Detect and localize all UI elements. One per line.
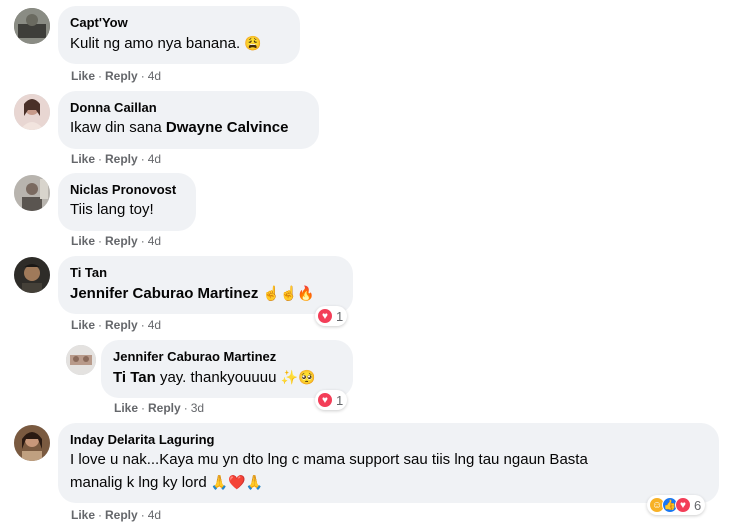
- separator: ·: [140, 69, 145, 83]
- timestamp[interactable]: 4d: [148, 69, 161, 83]
- reaction-summary[interactable]: ♥ 1: [315, 390, 348, 410]
- like-button[interactable]: Like: [71, 318, 95, 332]
- comment: Capt'Yow Kulit ng amo nya banana. 😩 Like…: [0, 0, 750, 90]
- comment-text-line: I love u nak...Kaya mu yn dto lng c mama…: [70, 451, 588, 468]
- comment-author[interactable]: Capt'Yow: [70, 14, 288, 31]
- comment-bubble: Jennifer Caburao Martinez Ti Tan yay. th…: [101, 340, 353, 398]
- like-button[interactable]: Like: [71, 152, 95, 166]
- comment: Inday Delarita Laguring I love u nak...K…: [0, 420, 750, 527]
- timestamp[interactable]: 4d: [148, 318, 161, 332]
- like-button[interactable]: Like: [71, 508, 95, 522]
- separator: ·: [140, 508, 145, 522]
- mention-link[interactable]: Dwayne Calvince: [166, 119, 289, 136]
- comment-author[interactable]: Donna Caillan: [70, 99, 307, 116]
- separator: ·: [183, 401, 188, 415]
- comment-text: Tiis lang toy!: [70, 201, 154, 218]
- separator: ·: [98, 234, 103, 248]
- avatar[interactable]: [14, 257, 50, 293]
- comment-text: Ti Tan yay. thankyouuuu ✨🥺: [113, 367, 341, 388]
- avatar-photo-icon: [14, 8, 50, 44]
- separator: ·: [140, 234, 145, 248]
- timestamp[interactable]: 4d: [148, 152, 161, 166]
- mention-link[interactable]: Ti Tan: [113, 369, 156, 386]
- separator: ·: [141, 401, 146, 415]
- separator: ·: [140, 152, 145, 166]
- timestamp[interactable]: 3d: [191, 401, 204, 415]
- separator: ·: [140, 318, 145, 332]
- avatar[interactable]: [14, 8, 50, 44]
- like-button[interactable]: Like: [71, 234, 95, 248]
- avatar[interactable]: [66, 345, 96, 375]
- comment-text: Ikaw din sana Dwayne Calvince: [70, 118, 307, 138]
- avatar-photo-icon: [14, 425, 50, 461]
- avatar[interactable]: [14, 425, 50, 461]
- reply-button[interactable]: Reply: [105, 318, 138, 332]
- timestamp[interactable]: 4d: [148, 234, 161, 248]
- comment-author[interactable]: Ti Tan: [70, 264, 341, 281]
- comment-author[interactable]: Niclas Pronovost: [70, 181, 184, 198]
- comment-actions: Like · Reply · 4d: [71, 151, 161, 167]
- separator: ·: [98, 508, 103, 522]
- avatar-photo-icon: [14, 94, 50, 130]
- comment-bubble: Ti Tan Jennifer Caburao Martinez ☝☝🔥: [58, 256, 353, 314]
- separator: ·: [98, 152, 103, 166]
- comment-text-line: manalig k lng ky lord 🙏❤️🙏: [70, 472, 707, 493]
- reaction-summary[interactable]: ☺ 👍 ♥ 6: [647, 495, 706, 515]
- comment-text: Kulit ng amo nya banana. 😩: [70, 33, 288, 54]
- mention-link[interactable]: Jennifer Caburao Martinez: [70, 285, 258, 302]
- reaction-count: 1: [336, 392, 344, 408]
- comment: Donna Caillan Ikaw din sana Dwayne Calvi…: [0, 90, 750, 172]
- emoji: ✨🥺: [280, 369, 316, 385]
- comment: Ti Tan Jennifer Caburao Martinez ☝☝🔥 ♥ 1…: [0, 254, 750, 338]
- reply-button[interactable]: Reply: [105, 69, 138, 83]
- comment-bubble: Inday Delarita Laguring I love u nak...K…: [58, 423, 719, 503]
- reaction-count: 1: [336, 308, 344, 324]
- like-button[interactable]: Like: [114, 401, 138, 415]
- comment-actions: Like · Reply · 4d: [71, 507, 161, 523]
- avatar-photo-icon: [14, 175, 50, 211]
- comment-body: Ikaw din sana: [70, 119, 166, 136]
- comment-text: Jennifer Caburao Martinez ☝☝🔥: [70, 283, 341, 304]
- comment-bubble: Donna Caillan Ikaw din sana Dwayne Calvi…: [58, 91, 319, 149]
- separator: ·: [98, 318, 103, 332]
- reply-button[interactable]: Reply: [105, 234, 138, 248]
- avatar-photo-icon: [66, 345, 96, 375]
- love-reaction-icon: ♥: [317, 308, 333, 324]
- comment-actions: Like · Reply · 4d: [71, 68, 161, 84]
- avatar[interactable]: [14, 175, 50, 211]
- reply-button[interactable]: Reply: [105, 152, 138, 166]
- comment-actions: Like · Reply · 4d: [71, 317, 161, 333]
- separator: ·: [98, 69, 103, 83]
- comment-bubble: Capt'Yow Kulit ng amo nya banana. 😩: [58, 6, 300, 64]
- comment-bubble: Niclas Pronovost Tiis lang toy!: [58, 173, 196, 231]
- love-reaction-icon: ♥: [675, 497, 691, 513]
- comment-actions: Like · Reply · 3d: [114, 400, 204, 416]
- comment-body: yay. thankyouuuu: [155, 369, 281, 386]
- comment-actions: Like · Reply · 4d: [71, 233, 161, 249]
- comment: Niclas Pronovost Tiis lang toy! Like · Rep…: [0, 172, 750, 254]
- reaction-count: 6: [694, 497, 702, 513]
- emoji: 😩: [244, 35, 262, 51]
- reply-button[interactable]: Reply: [148, 401, 181, 415]
- reaction-summary[interactable]: ♥ 1: [315, 306, 348, 326]
- timestamp[interactable]: 4d: [148, 508, 161, 522]
- reply-comment: Jennifer Caburao Martinez Ti Tan yay. th…: [0, 338, 750, 420]
- love-reaction-icon: ♥: [317, 392, 333, 408]
- comment-body: Kulit ng amo nya banana.: [70, 35, 241, 52]
- comment-author[interactable]: Inday Delarita Laguring: [70, 431, 707, 448]
- emoji: ☝☝🔥: [262, 285, 315, 301]
- emoji: 🙏❤️🙏: [210, 474, 264, 490]
- like-button[interactable]: Like: [71, 69, 95, 83]
- reply-button[interactable]: Reply: [105, 508, 138, 522]
- comment-author[interactable]: Jennifer Caburao Martinez: [113, 348, 341, 365]
- avatar-photo-icon: [14, 257, 50, 293]
- avatar[interactable]: [14, 94, 50, 130]
- comment-body: manalig k lng ky lord: [70, 474, 211, 491]
